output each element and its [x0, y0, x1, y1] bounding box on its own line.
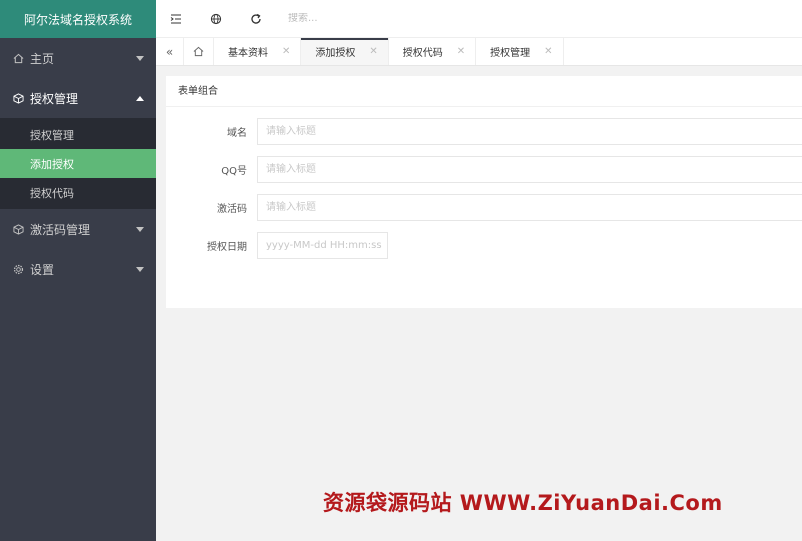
tab-label: 授权管理	[490, 48, 531, 59]
form-row-qq: QQ号	[166, 156, 802, 183]
qq-label: QQ号	[221, 166, 247, 177]
sidebar-item-label: 授权管理	[30, 91, 79, 106]
watermark-text: 资源袋源码站 WWW.ZiYuanDai.Com	[323, 491, 723, 515]
globe-icon	[210, 13, 222, 24]
close-icon[interactable]: ✕	[282, 46, 290, 57]
auth-form: 域名 QQ号 激活码 授权日期	[166, 107, 802, 259]
tab-home[interactable]	[184, 38, 214, 65]
box-icon	[12, 223, 24, 235]
tab-label: 基本资料	[228, 48, 268, 59]
sidebar: 阿尔法域名授权系统 主页 授权管理 授权管理 添加授权 授权代码 激活码管理 设…	[0, 0, 156, 541]
chevron-down-icon	[136, 267, 144, 272]
form-row-domain: 域名	[166, 118, 802, 145]
sidebar-subitem-auth-management[interactable]: 授权管理	[0, 120, 156, 149]
tab-auth-code[interactable]: 授权代码 ✕	[389, 38, 477, 65]
home-icon	[12, 52, 24, 64]
sidebar-subitem-auth-code[interactable]: 授权代码	[0, 178, 156, 207]
tab-label: 添加授权	[315, 48, 356, 59]
domain-label: 域名	[227, 128, 247, 139]
top-bar	[156, 0, 802, 38]
tabs-bar: « 基本资料 ✕ 添加授权 ✕ 授权代码 ✕ 授权管理 ✕	[156, 38, 802, 66]
activation-code-label: 激活码	[217, 204, 247, 215]
sidebar-subitem-add-auth[interactable]: 添加授权	[0, 149, 156, 178]
auth-date-input[interactable]	[257, 232, 388, 259]
app-logo[interactable]: 阿尔法域名授权系统	[0, 0, 156, 38]
chevron-down-icon	[136, 227, 144, 232]
sidebar-item-home[interactable]: 主页	[0, 38, 156, 78]
double-chevron-left-icon: «	[165, 44, 174, 59]
sidebar-item-label: 主页	[30, 51, 55, 66]
sidebar-item-label: 激活码管理	[30, 222, 91, 237]
tab-auth-management[interactable]: 授权管理 ✕	[476, 38, 564, 65]
auth-date-label: 授权日期	[207, 242, 247, 253]
chevron-up-icon	[136, 96, 144, 101]
search-input[interactable]	[288, 13, 488, 24]
form-row-activation-code: 激活码	[166, 194, 802, 221]
sidebar-item-activation-codes[interactable]: 激活码管理	[0, 209, 156, 249]
home-icon	[193, 46, 204, 57]
close-icon[interactable]: ✕	[369, 46, 377, 57]
refresh-button[interactable]	[236, 0, 276, 38]
tab-add-auth[interactable]: 添加授权 ✕	[301, 38, 389, 65]
activation-code-input[interactable]	[257, 194, 802, 221]
chevron-down-icon	[136, 56, 144, 61]
website-button[interactable]	[196, 0, 236, 38]
tab-label: 授权代码	[402, 48, 443, 59]
gear-icon	[12, 263, 24, 275]
sidebar-item-label: 设置	[30, 262, 55, 277]
card-title: 表单组合	[166, 76, 802, 107]
close-icon[interactable]: ✕	[544, 46, 552, 57]
qq-input[interactable]	[257, 156, 802, 183]
form-card: 表单组合 域名 QQ号 激活码 授权日期	[166, 76, 802, 308]
indent-icon	[170, 14, 181, 23]
refresh-icon	[251, 13, 261, 24]
form-row-auth-date: 授权日期	[166, 232, 802, 259]
tabs-scroll-left-button[interactable]: «	[156, 38, 184, 65]
close-icon[interactable]: ✕	[457, 46, 465, 57]
tab-basic-info[interactable]: 基本资料 ✕	[214, 38, 302, 65]
box-icon	[12, 92, 24, 104]
sidebar-item-settings[interactable]: 设置	[0, 249, 156, 289]
domain-input[interactable]	[257, 118, 802, 145]
sidebar-item-auth-management[interactable]: 授权管理	[0, 78, 156, 118]
app-root: 阿尔法域名授权系统 主页 授权管理 授权管理 添加授权 授权代码 激活码管理 设…	[0, 0, 802, 541]
sidebar-submenu: 授权管理 添加授权 授权代码	[0, 118, 156, 209]
toggle-sidebar-button[interactable]	[156, 0, 196, 38]
